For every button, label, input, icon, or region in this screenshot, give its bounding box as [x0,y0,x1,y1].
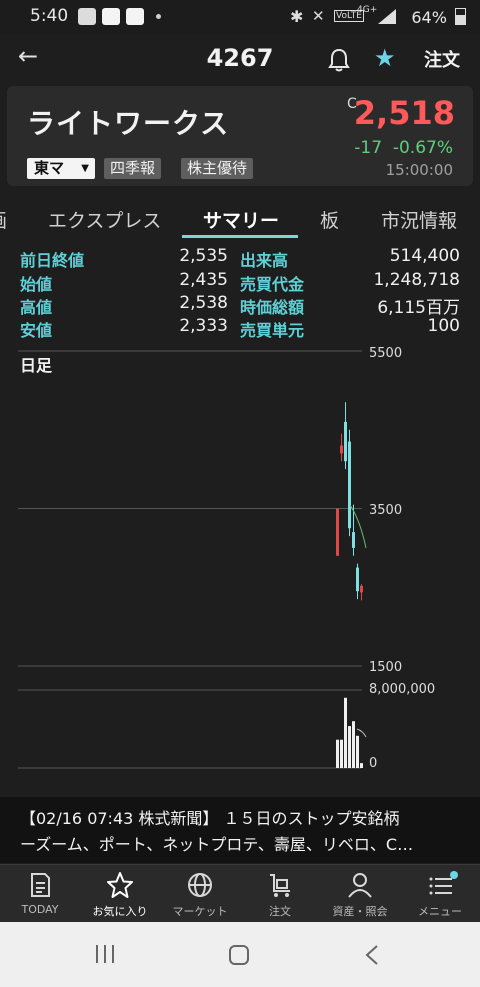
trading-unit-label: 売買単元 [240,321,305,340]
status-bar: 5:40 ✱ ✕ VoLTE 4G+ 64% [0,0,480,34]
low-label: 安値 [20,321,53,340]
tab-chart[interactable]: 画 [0,206,7,233]
dropdown-arrow-icon: ▼ [81,163,89,174]
person-icon [348,873,372,898]
price-axis-label: 5500 [369,346,402,361]
news-line-1: 【02/16 07:43 株式新聞】 １５日のストップ安銘柄 [20,809,400,828]
back-icon[interactable] [364,944,380,966]
globe-icon [188,873,212,897]
low-value: 2,333 [179,316,228,336]
candle-body [352,532,355,548]
volume-bar [360,763,363,768]
shikiho-button[interactable]: 四季報 [104,158,162,179]
market-select[interactable]: 東マ ▼ [27,158,95,179]
price-change: -17 -0.67% [354,138,453,158]
nav-label: 資産・照会 [332,905,388,918]
volume-axis-label: 0 [369,756,377,771]
system-nav-bar [0,922,480,987]
open-value: 2,435 [179,270,228,290]
change-percent: -0.67% [392,138,453,158]
signal-icon [378,9,396,24]
volume-bar [340,739,343,768]
menu-icon [429,871,458,895]
stock-card: ライトワークス 東マ ▼ 四季報 株主優待 C 2,518 -17 -0.67%… [7,86,473,186]
star-icon [107,872,133,898]
prev-close-label: 前日終値 [20,251,85,270]
market-label: 東マ [34,159,65,177]
nav-favorites[interactable]: お気に入り [80,865,160,923]
market-cap-label: 時価総額 [240,298,305,317]
daily-chart[interactable]: 5500 3500 1500 8,000,000 0 [0,344,480,784]
volume-bar [352,721,355,768]
news-line-2: ーズーム、ポート、ネットプロテ、壽屋、リベロ、C… [20,835,414,854]
order-button[interactable]: 注文 [424,46,460,72]
turnover-label: 売買代金 [240,275,305,294]
volume-bar [336,739,339,768]
candle-body [356,567,359,592]
volume-average-line [356,728,367,738]
nav-label: 注文 [269,905,291,918]
high-label: 高値 [20,298,53,317]
change-value: -17 [354,138,383,158]
candle-body [336,508,339,556]
mute-icon: ✕ [312,7,325,25]
paypay-icon [126,8,144,25]
tab-market-info[interactable]: 市況情報 [381,206,457,233]
gallery-icon [78,8,96,25]
nav-today[interactable]: TODAY [0,865,80,923]
price-axis-label: 1500 [369,660,402,675]
tab-express[interactable]: エクスプレス [48,206,161,233]
bell-icon[interactable] [328,48,350,72]
volume-bar [356,735,359,768]
nav-label: メニュー [418,905,462,918]
volume-bar [348,726,351,768]
prev-close-value: 2,535 [179,246,228,266]
network-type: 4G+ [357,5,378,15]
tab-board[interactable]: 板 [320,206,339,233]
more-notifications-icon [156,14,161,19]
trading-unit-value: 100 [427,316,460,336]
stock-name: ライトワークス [27,107,230,140]
high-value: 2,538 [179,293,228,313]
market-cap-value: 6,115百万 [377,298,460,318]
nav-assets[interactable]: 資産・照会 [320,865,400,923]
candle-body [348,441,351,529]
nav-label: TODAY [21,903,59,916]
app-header: ← 4267 ★ 注文 [0,34,480,86]
price-axis-label: 3500 [369,503,402,518]
app-notification-icon [102,8,120,25]
volume-value: 514,400 [389,246,460,266]
tab-summary[interactable]: サマリー [203,206,279,233]
favorite-star-icon[interactable]: ★ [374,44,396,72]
cart-icon [270,874,290,897]
nav-menu[interactable]: メニュー [400,865,480,923]
home-icon[interactable] [228,944,250,966]
bluetooth-icon: ✱ [290,7,304,26]
nav-label: お気に入り [92,905,148,918]
active-tab-indicator [182,235,298,238]
nav-market[interactable]: マーケット [160,865,240,923]
battery-icon [455,8,466,25]
status-time: 5:40 [30,6,69,26]
shareholder-benefit-button[interactable]: 株主優待 [181,158,254,179]
battery-percent: 64% [411,6,466,27]
current-price: 2,518 [353,94,455,132]
tab-bar: 画 エクスプレス サマリー 板 市況情報 [0,198,480,240]
price-time: 15:00:00 [385,161,453,179]
recent-apps-icon[interactable] [94,944,116,964]
newspaper-icon [31,873,50,897]
nav-label: マーケット [172,905,228,918]
open-label: 始値 [20,275,53,294]
volume-label: 出来高 [240,251,289,270]
page-title: 4267 [206,44,274,72]
volume-bar [344,697,347,768]
news-ticker[interactable]: 【02/16 07:43 株式新聞】 １５日のストップ安銘柄 ーズーム、ポート、… [0,797,480,863]
candle-body [340,445,343,454]
nav-order[interactable]: 注文 [240,865,320,923]
bottom-nav: TODAY お気に入り マーケット 注文 資産・照会 メニュー [0,864,480,923]
volume-axis-label: 8,000,000 [369,682,435,697]
candle-body [344,421,347,462]
turnover-value: 1,248,718 [373,270,460,290]
candle-body [360,585,363,593]
